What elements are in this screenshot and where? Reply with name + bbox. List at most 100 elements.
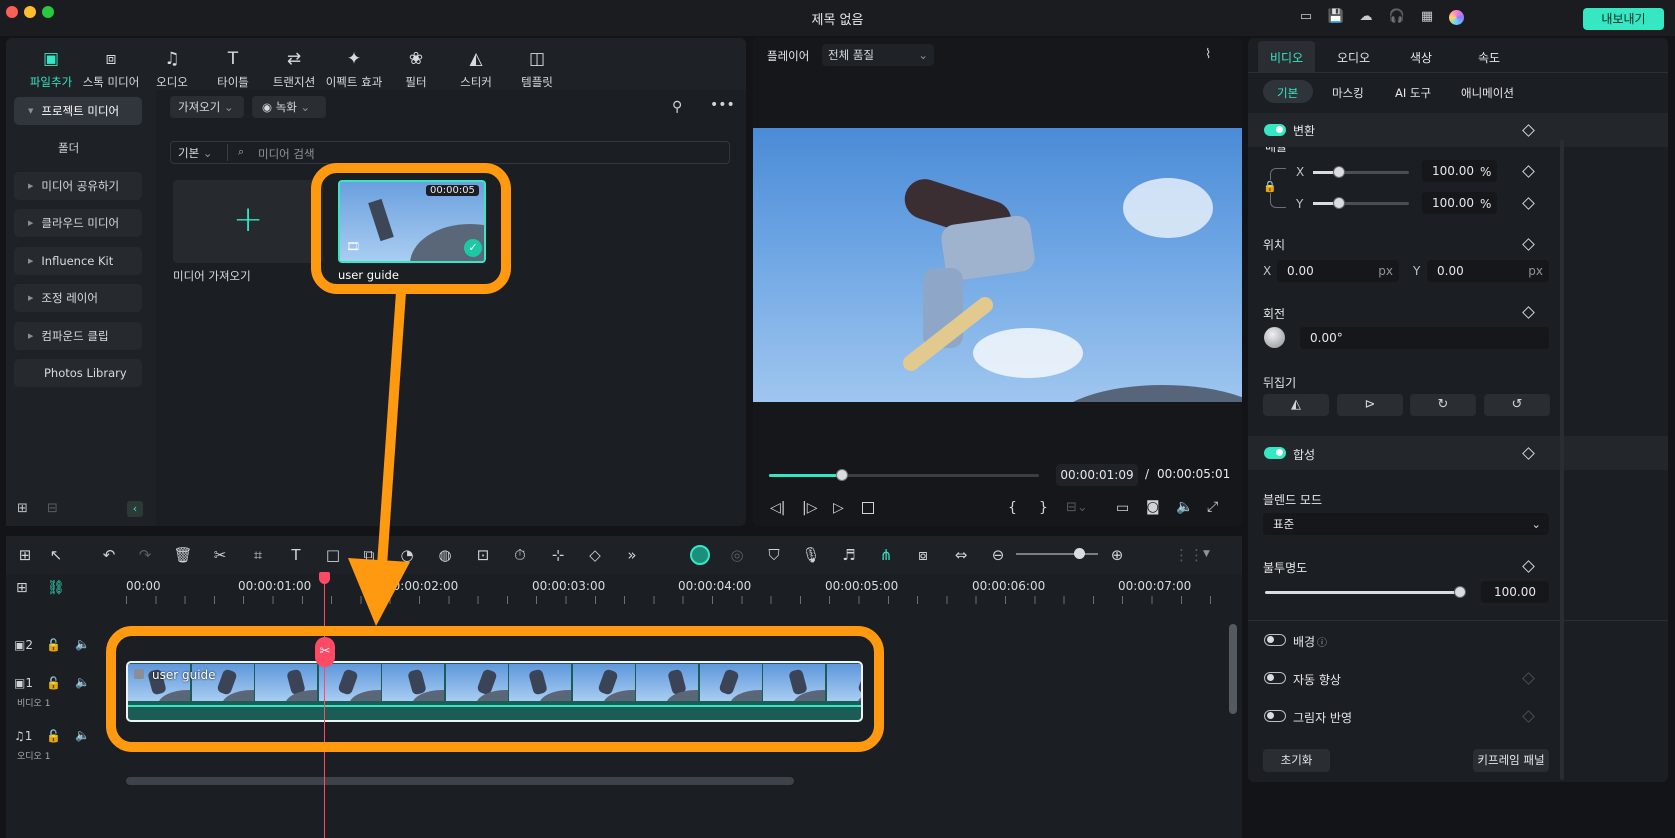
layout-icon[interactable]: ▭	[1297, 9, 1315, 25]
green-screen-icon[interactable]: ⊡	[473, 545, 493, 565]
fullscreen-icon[interactable]: ⤢	[1207, 499, 1218, 515]
save-icon[interactable]: 💾	[1327, 9, 1345, 25]
rotate-clockwise-button[interactable]: ↻	[1410, 394, 1476, 416]
flip-vertical-button[interactable]: ⊳	[1337, 394, 1403, 416]
track-audio-icon[interactable]: 🔈	[75, 675, 90, 689]
pip-icon[interactable]: ⧇	[913, 545, 933, 565]
layout-grid-icon[interactable]: ⊞	[15, 545, 35, 565]
view-dropdown[interactable]: 기본 ⌄	[178, 145, 212, 161]
export-button[interactable]: 내보내기	[1583, 8, 1664, 30]
track-audio-icon[interactable]: 🔈	[75, 728, 90, 742]
fit-timeline-icon[interactable]: ⇔	[951, 545, 971, 565]
search-input[interactable]: 미디어 검색	[258, 146, 315, 162]
scale-x-slider[interactable]	[1313, 166, 1409, 178]
snapshot-camera-icon[interactable]: ◙	[1146, 499, 1160, 515]
color-palette-icon[interactable]: ◍	[435, 545, 455, 565]
previous-frame-icon[interactable]: ◁|	[770, 500, 785, 516]
quality-dropdown[interactable]: 전체 품질 ⌄	[822, 44, 934, 66]
tab-speed[interactable]: 속도	[1478, 49, 1500, 66]
background-toggle[interactable]	[1264, 634, 1286, 646]
tab-video[interactable]: 비디오	[1270, 49, 1303, 66]
sidebar-item-shared-media[interactable]: ▶ 미디어 공유하기	[14, 172, 142, 200]
sidebar-item-project-media[interactable]: ▼ 프로젝트 미디어	[14, 97, 142, 125]
collapse-sidebar-icon[interactable]: ‹	[127, 501, 143, 517]
play-icon[interactable]: ▷	[833, 500, 844, 516]
filter-sort-icon[interactable]: ⚲	[672, 99, 682, 115]
lock-track-icon[interactable]: 🔓	[46, 729, 61, 743]
blend-mode-dropdown[interactable]: 표준 ⌄	[1263, 513, 1549, 535]
rotate-counterclockwise-button[interactable]: ↺	[1484, 394, 1550, 416]
volume-icon[interactable]: 🔈	[1176, 499, 1193, 515]
insert-icon[interactable]: ⊟⌄	[1066, 500, 1088, 515]
sidebar-item-compound-clip[interactable]: ▶ 컴파운드 클립	[14, 322, 142, 350]
more-options-icon[interactable]: •••	[710, 97, 735, 113]
text-icon[interactable]: T	[286, 545, 306, 565]
audio-mix-icon[interactable]: ♬	[839, 545, 859, 565]
next-frame-icon[interactable]: |▷	[802, 500, 817, 516]
select-arrow-icon[interactable]: ↖	[46, 545, 66, 565]
reset-button[interactable]: 초기화	[1263, 749, 1330, 772]
scrubber-handle[interactable]	[835, 469, 848, 481]
zoom-out-icon[interactable]: ⊖	[988, 545, 1008, 565]
chevron-down-icon[interactable]: ▼	[1203, 549, 1210, 559]
keyframe-tag-icon[interactable]: ◇	[585, 545, 605, 565]
timeline-horizontal-scrollbar[interactable]	[126, 777, 794, 785]
import-media-tile[interactable]: +	[173, 180, 323, 263]
add-track-icon[interactable]: ⊞	[16, 580, 28, 596]
sidebar-item-folder[interactable]: 폴더	[58, 140, 79, 156]
rotation-input[interactable]: 0.00°	[1300, 327, 1549, 349]
sidebar-item-influence-kit[interactable]: ▶ Influence Kit	[14, 247, 142, 275]
composite-toggle[interactable]	[1264, 447, 1286, 459]
help-icon[interactable]: ⓘ	[1317, 634, 1327, 649]
more-tools-icon[interactable]: »	[622, 545, 642, 565]
microphone-icon[interactable]: 🎙	[801, 545, 821, 565]
snap-magnet-icon[interactable]: ⋔	[876, 545, 896, 565]
grid-icon[interactable]: ▦	[1418, 9, 1436, 25]
tool-templates[interactable]: ◫ 템플릿	[501, 48, 573, 90]
track-audio-icon[interactable]: 🔈	[75, 637, 90, 651]
auto-enhance-toggle[interactable]	[1264, 672, 1286, 684]
zoom-in-icon[interactable]: ⊕	[1107, 545, 1127, 565]
import-dropdown[interactable]: 가져오기 ⌄	[170, 96, 244, 118]
stop-icon[interactable]	[862, 502, 874, 514]
timer-icon[interactable]: ⏱	[510, 545, 530, 565]
crop-icon[interactable]: ⌗	[248, 545, 268, 565]
waveform-monitor-icon[interactable]: ⌇	[1205, 47, 1211, 62]
sidebar-item-adjustment-layer[interactable]: ▶ 조정 레이어	[14, 284, 142, 312]
zoom-slider[interactable]	[1016, 548, 1098, 559]
mark-in-icon[interactable]: {	[1008, 500, 1017, 516]
headset-icon[interactable]: 🎧	[1388, 9, 1406, 25]
transform-toggle[interactable]	[1264, 124, 1286, 136]
subtab-ai-tools[interactable]: AI 도구	[1395, 85, 1431, 101]
display-icon[interactable]: ▭	[1116, 500, 1129, 516]
keyframe-panel-button[interactable]: 키프레임 패널	[1473, 749, 1549, 772]
subtab-masking[interactable]: 마스킹	[1332, 85, 1364, 101]
tab-color[interactable]: 색상	[1410, 49, 1432, 66]
undo-icon[interactable]: ↶	[99, 545, 119, 565]
subtab-animation[interactable]: 애니메이션	[1461, 85, 1514, 101]
sidebar-item-photos-library[interactable]: Photos Library	[14, 359, 142, 387]
new-folder-icon[interactable]: ⊞	[17, 501, 28, 516]
scale-y-slider[interactable]	[1313, 197, 1409, 209]
track-layout-icon[interactable]: ⋮⋮	[1174, 545, 1204, 565]
marker-icon[interactable]: ⛉	[764, 545, 784, 565]
sidebar-item-cloud-media[interactable]: ▶ 클라우드 미디어	[14, 209, 142, 237]
position-y-input[interactable]: 0.00 px	[1427, 260, 1549, 282]
flip-horizontal-button[interactable]: ◭	[1263, 394, 1329, 416]
position-x-input[interactable]: 0.00 px	[1277, 260, 1399, 282]
player-scrubber[interactable]	[769, 469, 1039, 481]
lock-track-icon[interactable]: 🔓	[46, 638, 61, 652]
shadow-toggle[interactable]	[1264, 710, 1286, 722]
delete-icon[interactable]: 🗑	[173, 545, 193, 565]
rotation-dial[interactable]	[1264, 327, 1285, 348]
record-dropdown[interactable]: ◉ 녹화 ⌄	[252, 96, 326, 118]
opacity-slider[interactable]	[1265, 586, 1466, 598]
link-icon[interactable]: ⛓	[47, 580, 65, 596]
opacity-input[interactable]: 100.00	[1481, 581, 1549, 603]
render-preview-icon[interactable]: ◎	[727, 545, 747, 565]
split-scissors-icon[interactable]: ✂	[210, 545, 230, 565]
timeline-vertical-scrollbar[interactable]	[1229, 624, 1237, 714]
motion-track-icon[interactable]: ⊹	[548, 545, 568, 565]
delete-folder-icon[interactable]: ⊟	[47, 501, 58, 516]
subtab-basic[interactable]: 기본	[1277, 85, 1298, 101]
